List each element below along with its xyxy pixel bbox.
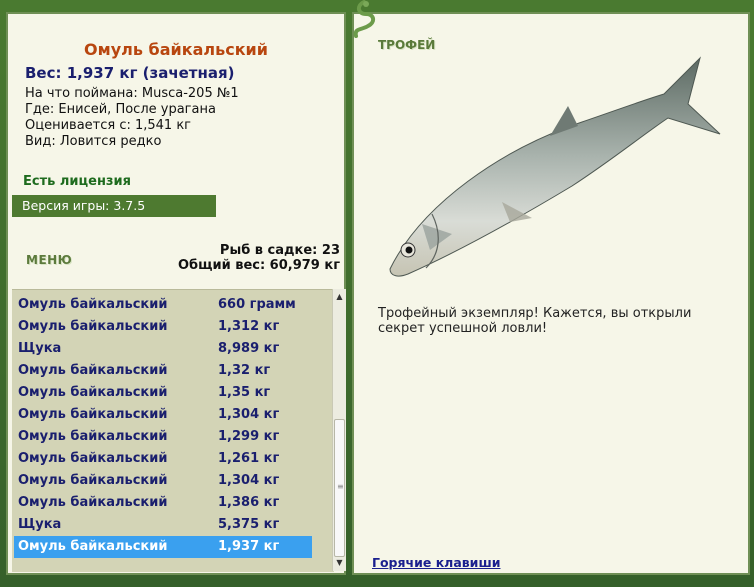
- catch-list-row[interactable]: Омуль байкальский 1,35 кг: [14, 382, 312, 404]
- fish-weight-cell: 1,32 кг: [218, 363, 271, 378]
- game-version: Версия игры: 3.7.5: [12, 195, 216, 217]
- fish-name: Щука: [18, 341, 62, 356]
- keepnet-weight: Общий вес: 60,979 кг: [177, 258, 340, 273]
- trophy-label: ТРОФЕЙ: [378, 38, 436, 52]
- hotkeys-link[interactable]: Горячие клавиши: [372, 555, 500, 570]
- left-panel: Омуль байкальский Вес: 1,937 кг (зачетна…: [6, 12, 346, 575]
- bait-info: На что поймана: Musca-205 №1: [25, 86, 239, 101]
- fish-name: Омуль байкальский: [18, 297, 168, 312]
- fish-weight-cell: 1,299 кг: [218, 429, 280, 444]
- license-status: Есть лицензия: [23, 174, 131, 189]
- catch-list-row[interactable]: Омуль байкальский 1,299 кг: [14, 426, 312, 448]
- catch-list-row[interactable]: Омуль байкальский 1,304 кг: [14, 404, 312, 426]
- fish-name: Омуль байкальский: [18, 473, 168, 488]
- scroll-up-icon[interactable]: ▲: [333, 289, 346, 305]
- catch-list-row[interactable]: Щука 8,989 кг: [14, 338, 312, 360]
- menu-button[interactable]: МЕНЮ: [26, 253, 72, 267]
- fish-name: Омуль байкальский: [18, 429, 168, 444]
- catch-list-row[interactable]: Омуль байкальский 660 грамм: [14, 294, 312, 316]
- catch-list-row[interactable]: Омуль байкальский 1,261 кг: [14, 448, 312, 470]
- catch-list-scrollbar[interactable]: ▲ ≡ ▼: [332, 289, 346, 571]
- rarity-info: Вид: Ловится редко: [25, 134, 162, 149]
- catch-list-row[interactable]: Омуль байкальский 1,386 кг: [14, 492, 312, 514]
- catch-list-row[interactable]: Омуль байкальский 1,32 кг: [14, 360, 312, 382]
- gecko-icon: [353, 0, 375, 38]
- fish-weight-cell: 1,937 кг: [218, 539, 280, 554]
- score-threshold-info: Оценивается с: 1,541 кг: [25, 118, 192, 133]
- fish-name: Омуль байкальский: [18, 451, 168, 466]
- grip-icon: ≡: [337, 482, 344, 491]
- trophy-message: Трофейный экземпляр! Кажется, вы открыли…: [378, 306, 692, 336]
- fish-weight-cell: 5,375 кг: [218, 517, 280, 532]
- scroll-thumb[interactable]: ≡: [334, 419, 345, 557]
- fish-name: Омуль байкальский: [18, 319, 168, 334]
- fish-weight-cell: 1,261 кг: [218, 451, 280, 466]
- fish-name: Омуль байкальский: [18, 495, 168, 510]
- catch-list-row[interactable]: Щука 5,375 кг: [14, 514, 312, 536]
- fish-weight-cell: 1,35 кг: [218, 385, 271, 400]
- fish-weight-cell: 1,386 кг: [218, 495, 280, 510]
- keepnet-count: Рыб в садке: 23: [219, 243, 340, 258]
- fish-name: Омуль байкальский: [18, 407, 168, 422]
- fish-weight-cell: 1,304 кг: [218, 473, 280, 488]
- location-info: Где: Енисей, После урагана: [25, 102, 216, 117]
- fish-name: Омуль байкальский: [18, 363, 168, 378]
- scroll-down-icon[interactable]: ▼: [333, 555, 346, 571]
- catch-list-row-selected[interactable]: Омуль байкальский 1,937 кг: [14, 536, 312, 558]
- right-panel: ТРОФЕЙ Трофейный экземпляр! Кажется, вы …: [352, 12, 750, 575]
- fish-name: Омуль байкальский: [18, 539, 168, 554]
- fish-weight-cell: 1,312 кг: [218, 319, 280, 334]
- catch-list[interactable]: Омуль байкальский 660 грамм Омуль байкаль…: [12, 289, 334, 572]
- fish-weight-cell: 660 грамм: [218, 297, 296, 312]
- fish-image: [389, 56, 721, 277]
- fish-weight-cell: 8,989 кг: [218, 341, 280, 356]
- fish-name: Щука: [18, 517, 62, 532]
- fish-title: Омуль байкальский: [84, 40, 268, 59]
- catch-list-row[interactable]: Омуль байкальский 1,304 кг: [14, 470, 312, 492]
- fish-weight-cell: 1,304 кг: [218, 407, 280, 422]
- fish-weight: Вес: 1,937 кг (зачетная): [25, 64, 235, 82]
- catch-list-row[interactable]: Омуль байкальский 1,312 кг: [14, 316, 312, 338]
- fish-name: Омуль байкальский: [18, 385, 168, 400]
